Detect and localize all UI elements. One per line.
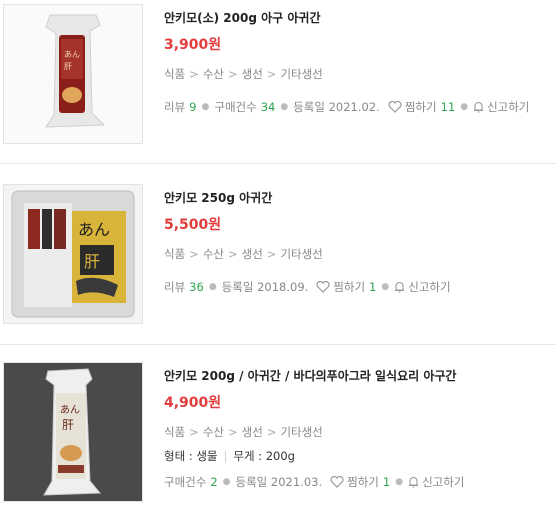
category-breadcrumb: 식품 > 수산 > 생선 > 기타생선 <box>164 424 556 440</box>
review-label: 리뷰 <box>164 280 186 294</box>
report-label: 신고하기 <box>408 280 451 294</box>
product-meta: 리뷰 36 ● 등록일 2018.09. 찜하기 1 ● 신고하기 <box>164 279 556 295</box>
report-button[interactable]: 신고하기 <box>394 279 451 295</box>
registered-date: 2018.09. <box>257 280 309 294</box>
breadcrumb-separator: > <box>266 425 277 439</box>
svg-text:あん: あん <box>64 50 80 59</box>
svg-text:肝: 肝 <box>84 252 100 271</box>
category-item[interactable]: 수산 <box>203 247 224 261</box>
date-label: 등록일 <box>235 475 268 489</box>
spec-form: 형태 : 생물 <box>164 449 218 463</box>
report-button[interactable]: 신고하기 <box>473 99 529 115</box>
bell-icon <box>395 281 405 293</box>
category-item[interactable]: 기타생선 <box>280 425 322 439</box>
category-item[interactable]: 식품 <box>164 247 185 261</box>
bell-icon <box>409 476 419 488</box>
product-thumbnail[interactable]: あん 肝 <box>3 4 143 144</box>
category-item[interactable]: 기타생선 <box>280 247 322 261</box>
like-count: 11 <box>440 100 456 114</box>
product-price: 4,900원 <box>164 395 222 411</box>
date-label: 등록일 <box>221 280 254 294</box>
like-label: 찜하기 <box>404 100 437 114</box>
purchase-count: 2 <box>210 475 218 489</box>
review-count: 9 <box>189 100 197 114</box>
purchase-label: 구매건수 <box>164 475 207 489</box>
svg-text:肝: 肝 <box>62 418 74 432</box>
svg-text:あん: あん <box>78 220 110 239</box>
category-item[interactable]: 생선 <box>242 425 263 439</box>
like-button[interactable]: 찜하기 1 <box>316 279 376 295</box>
like-button[interactable]: 찜하기 11 <box>388 99 455 115</box>
breadcrumb-separator: > <box>266 67 277 81</box>
breadcrumb-separator: > <box>227 425 238 439</box>
product-spec: 형태 : 생물 | 무게 : 200g <box>164 448 556 464</box>
registered-date: 2021.02. <box>328 100 380 114</box>
product-price: 3,900원 <box>164 37 222 53</box>
heart-icon <box>330 476 344 488</box>
like-button[interactable]: 찜하기 1 <box>330 474 390 490</box>
report-button[interactable]: 신고하기 <box>408 474 464 490</box>
like-count: 1 <box>369 280 377 294</box>
heart-icon <box>388 101 402 113</box>
item-divider <box>0 163 556 164</box>
category-item[interactable]: 기타생선 <box>280 67 322 81</box>
like-label: 찜하기 <box>347 475 379 489</box>
product-title[interactable]: 안키모(소) 200g 아구 아귀간 <box>164 10 556 26</box>
spec-separator: | <box>223 449 228 463</box>
meta-separator: ● <box>280 102 289 112</box>
product-item: あん 肝 안키모(소) 200g 아구 아귀간 3,900원 식품 > 수산 > 생선 >… <box>0 0 556 160</box>
review-label: 리뷰 <box>164 100 186 114</box>
svg-text:肝: 肝 <box>64 62 72 71</box>
meta-separator: ● <box>381 282 390 292</box>
category-item[interactable]: 식품 <box>164 425 185 439</box>
report-label: 신고하기 <box>487 100 530 114</box>
meta-separator: ● <box>222 477 231 487</box>
breadcrumb-separator: > <box>227 67 238 81</box>
heart-icon <box>316 281 330 293</box>
product-thumbnail[interactable]: あん 肝 <box>3 184 143 324</box>
svg-text:あん: あん <box>60 404 80 416</box>
category-item[interactable]: 수산 <box>203 425 224 439</box>
category-item[interactable]: 식품 <box>164 67 185 81</box>
purchase-count: 34 <box>260 100 276 114</box>
category-breadcrumb: 식품 > 수산 > 생선 > 기타생선 <box>164 246 556 262</box>
registered-date: 2021.03. <box>270 475 323 489</box>
meta-separator: ● <box>201 102 210 112</box>
category-item[interactable]: 생선 <box>242 67 263 81</box>
product-title[interactable]: 안키모 200g / 아귀간 / 바다의푸아그라 일식요리 아구간 <box>164 368 556 384</box>
breadcrumb-separator: > <box>266 247 277 261</box>
category-item[interactable]: 생선 <box>242 247 263 261</box>
breadcrumb-separator: > <box>189 67 199 81</box>
like-count: 1 <box>382 475 391 489</box>
date-label: 등록일 <box>293 100 325 114</box>
product-item: あん 肝 안키모 250g 아귀간 5,500원 식품 > 수산 > 생선 > 기타생선 리… <box>0 180 556 340</box>
category-breadcrumb: 식품 > 수산 > 생선 > 기타생선 <box>164 66 556 82</box>
item-divider <box>0 344 556 345</box>
meta-separator: ● <box>460 102 469 112</box>
product-thumbnail[interactable]: あん 肝 <box>3 362 143 502</box>
product-item: あん 肝 안키모 200g / 아귀간 / 바다의푸아그라 일식요리 아구간 4… <box>0 358 556 513</box>
review-count: 36 <box>189 280 204 294</box>
meta-separator: ● <box>208 282 217 292</box>
product-title[interactable]: 안키모 250g 아귀간 <box>164 190 556 206</box>
report-label: 신고하기 <box>422 475 465 489</box>
purchase-label: 구매건수 <box>214 100 257 114</box>
breadcrumb-separator: > <box>227 247 238 261</box>
breadcrumb-separator: > <box>189 425 199 439</box>
breadcrumb-separator: > <box>189 247 199 261</box>
product-meta: 구매건수 2 ● 등록일 2021.03. 찜하기 1 ● 신고하기 <box>164 474 556 490</box>
meta-separator: ● <box>395 477 404 487</box>
category-item[interactable]: 수산 <box>203 67 224 81</box>
spec-weight: 무게 : 200g <box>233 449 295 463</box>
bell-icon <box>474 101 484 113</box>
like-label: 찜하기 <box>333 280 366 294</box>
product-price: 5,500원 <box>164 217 222 233</box>
product-meta: 리뷰 9 ● 구매건수 34 ● 등록일 2021.02. 찜하기 11 ● 신고하기 <box>164 99 556 115</box>
